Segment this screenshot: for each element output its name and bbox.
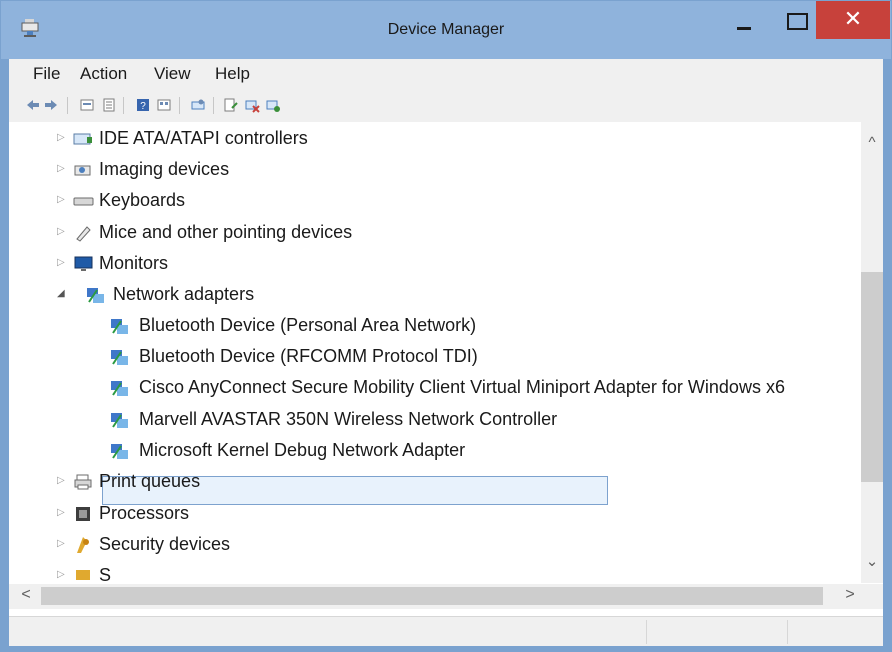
tree-label: Bluetooth Device (RFCOMM Protocol TDI) <box>139 346 478 366</box>
collapsed-expander-icon[interactable]: ▷ <box>57 538 67 550</box>
back-icon[interactable] <box>25 97 41 113</box>
tree-label: Marvell AVASTAR 350N Wireless Network Co… <box>139 409 558 429</box>
monitor-icon <box>74 256 93 271</box>
network-adapter-icon <box>111 444 128 459</box>
imaging-device-icon <box>74 165 91 176</box>
network-adapter-icon <box>111 350 128 365</box>
horizontal-scrollbar[interactable]: < > <box>9 584 883 609</box>
tree-label: Microsoft Kernel Debug Network Adapter <box>139 440 466 460</box>
tree-label: Keyboards <box>99 190 186 210</box>
svg-text:?: ? <box>140 101 146 112</box>
maximize-icon <box>787 13 808 30</box>
tree-label: IDE ATA/ATAPI controllers <box>99 128 308 148</box>
vertical-scroll-thumb[interactable] <box>861 272 883 482</box>
status-divider <box>646 620 647 644</box>
collapsed-expander-icon[interactable]: ▷ <box>57 569 67 581</box>
tree-label: S <box>99 565 112 583</box>
mouse-icon <box>76 226 91 242</box>
expanded-expander-icon[interactable]: ◢ <box>57 288 67 300</box>
tree-label: Monitors <box>99 253 169 273</box>
help-icon[interactable]: ? <box>135 97 151 113</box>
tree-label: Cisco AnyConnect Secure Mobility Client … <box>139 377 785 397</box>
network-adapter-icon <box>111 381 128 396</box>
processor-icon <box>76 507 90 521</box>
menu-action[interactable]: Action <box>80 64 127 84</box>
tree-label: Mice and other pointing devices <box>99 222 353 242</box>
network-adapter-icon <box>111 319 128 334</box>
update-driver-icon[interactable] <box>223 97 239 113</box>
minimize-button[interactable] <box>719 1 765 39</box>
menu-bar: File Action View Help <box>9 59 883 89</box>
horizontal-scroll-thumb[interactable] <box>41 587 823 605</box>
collapsed-expander-icon[interactable]: ▷ <box>57 475 67 487</box>
device-manager-window: Device Manager ✕ File Action View Help ? <box>0 0 892 652</box>
properties-sheet-icon[interactable] <box>101 97 117 113</box>
tree-label: Bluetooth Device (Personal Area Network) <box>139 315 477 335</box>
client-area: File Action View Help ? ▷ IDE ATA/ATAPI … <box>9 59 883 646</box>
collapsed-expander-icon[interactable]: ▷ <box>57 194 67 206</box>
tree-label: Processors <box>99 503 190 523</box>
collapsed-expander-icon[interactable]: ▷ <box>57 163 67 175</box>
tree-label: Imaging devices <box>99 159 230 179</box>
security-device-icon <box>77 537 89 553</box>
scroll-right-icon[interactable]: > <box>839 586 861 604</box>
close-icon: ✕ <box>843 6 863 31</box>
status-bar <box>9 616 883 646</box>
device-category-icon <box>76 570 90 580</box>
menu-file[interactable]: File <box>33 64 60 84</box>
device-tree[interactable]: ▷ IDE ATA/ATAPI controllers ▷ Imaging de… <box>9 122 861 583</box>
collapsed-expander-icon[interactable]: ▷ <box>57 132 67 144</box>
menu-view[interactable]: View <box>154 64 191 84</box>
network-adapter-icon <box>87 288 104 303</box>
network-adapter-icon <box>111 413 128 428</box>
menu-help[interactable]: Help <box>215 64 250 84</box>
close-button[interactable]: ✕ <box>816 1 890 39</box>
tree-label: Security devices <box>99 534 231 554</box>
title-bar[interactable]: Device Manager ✕ <box>1 1 891 59</box>
collapsed-expander-icon[interactable]: ▷ <box>57 257 67 269</box>
collapsed-expander-icon[interactable]: ▷ <box>57 226 67 238</box>
properties-icon[interactable] <box>79 97 95 113</box>
scroll-left-icon[interactable]: < <box>15 586 37 604</box>
scroll-up-icon[interactable]: ^ <box>861 134 883 151</box>
status-divider <box>787 620 788 644</box>
maximize-button[interactable] <box>771 1 821 39</box>
scan-icon[interactable] <box>190 97 206 113</box>
tree-label: Network adapters <box>113 284 255 304</box>
printer-icon <box>74 474 92 490</box>
toolbar: ? <box>9 89 883 123</box>
view-icon[interactable] <box>156 97 172 113</box>
uninstall-device-icon[interactable] <box>265 97 281 113</box>
disable-device-icon[interactable] <box>244 97 260 113</box>
keyboard-icon <box>73 197 94 206</box>
forward-icon[interactable] <box>43 97 59 113</box>
ide-controller-icon <box>73 133 92 145</box>
minimize-icon <box>737 27 751 30</box>
vertical-scrollbar[interactable]: ^ ⌄ <box>861 122 883 583</box>
scroll-down-icon[interactable]: ⌄ <box>861 552 883 570</box>
tree-label: Print queues <box>99 471 201 491</box>
collapsed-expander-icon[interactable]: ▷ <box>57 507 67 519</box>
